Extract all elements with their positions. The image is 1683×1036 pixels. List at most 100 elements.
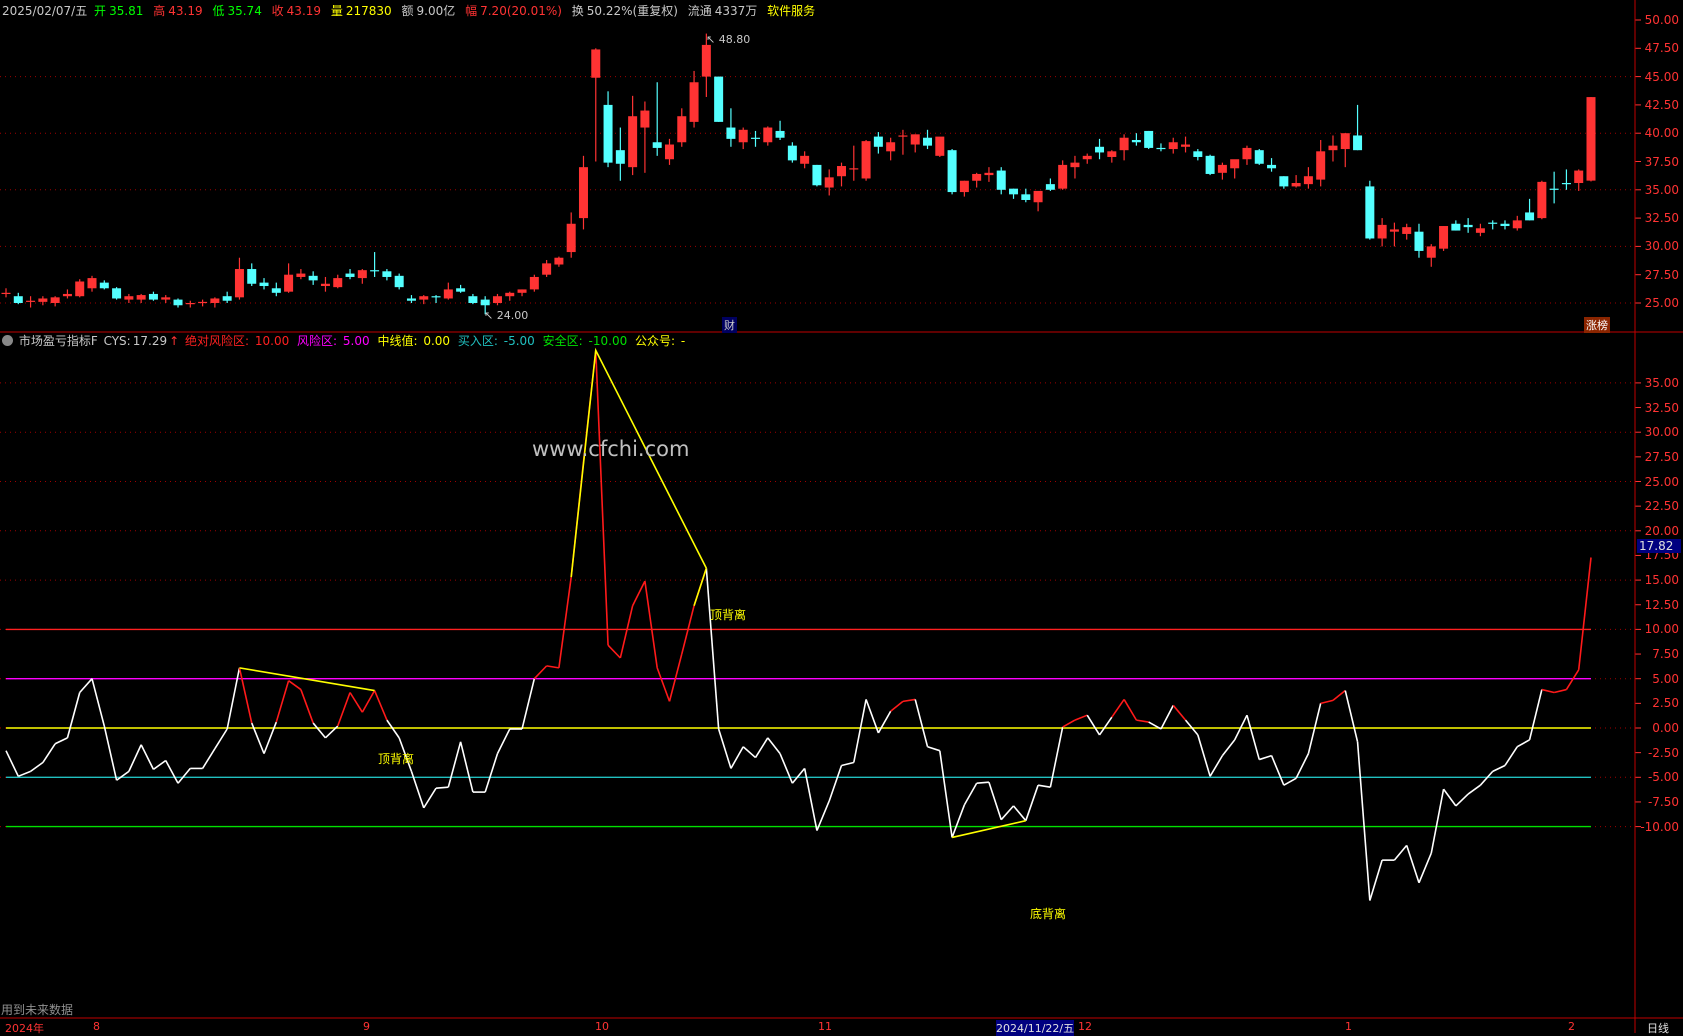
price-tick-label: 40.00 (1644, 126, 1679, 141)
candle-body (370, 270, 380, 272)
cys-segment (927, 745, 941, 752)
candle-body (886, 142, 896, 152)
month-label: 8 (93, 1020, 100, 1033)
cys-segment (288, 680, 302, 691)
price-tick-label: 47.50 (1644, 41, 1679, 56)
sector-link[interactable]: 软件服务 (767, 4, 815, 18)
cys-segment (890, 700, 904, 712)
candle (1082, 153, 1092, 164)
candle (1291, 175, 1301, 188)
cys-segment (1344, 690, 1359, 742)
top-divergence-label: 顶背离 (378, 752, 415, 766)
candle (1033, 190, 1043, 212)
quote-header: 2025/02/07/五 开 35.81 高 43.19 低 35.74 收 43.19… (2, 4, 818, 18)
indicator-tick-label: 12.50 (1644, 597, 1679, 612)
candle (1045, 178, 1055, 191)
candle (1549, 171, 1559, 204)
candle (1414, 223, 1424, 258)
candle-body (1058, 164, 1068, 189)
min-price-value: 24.00 (496, 309, 529, 322)
high-label: 高 (153, 4, 166, 18)
candle (1107, 150, 1117, 163)
max-price-marker: ↖ 48.80 (706, 33, 751, 46)
candle-body (517, 289, 527, 293)
candle (1512, 215, 1522, 231)
cys-segment (423, 787, 437, 809)
candle (1500, 220, 1510, 230)
indicator-tick-label: -5.00 (1647, 770, 1679, 785)
cys-segment (1136, 719, 1149, 723)
candle-body (345, 273, 355, 277)
candle-body (1574, 170, 1584, 184)
candle-body (456, 288, 466, 292)
candle-body (701, 44, 711, 77)
indicator-tick-label: 10.00 (1644, 622, 1679, 637)
cys-segment (1504, 746, 1518, 766)
candle (996, 167, 1006, 195)
candle-body (923, 137, 933, 146)
cys-segment (1160, 704, 1174, 730)
candle (1365, 180, 1375, 240)
cys-segment (1209, 755, 1224, 777)
candle-body (984, 172, 994, 176)
period-selector[interactable]: 日线 (1647, 1020, 1669, 1036)
candle-body (112, 288, 122, 299)
candle-body (763, 127, 773, 143)
cys-segment (853, 699, 867, 763)
cys-segment (79, 678, 93, 694)
cys-segment (214, 728, 228, 750)
candle-body (1193, 151, 1203, 157)
candle (812, 164, 822, 187)
indicator-tick-label: 35.00 (1644, 375, 1679, 390)
candle (1168, 137, 1178, 154)
candle (456, 284, 466, 293)
candle-body (1353, 135, 1363, 151)
rank-tag[interactable]: 涨榜 (1584, 317, 1610, 333)
cys-segment (1369, 859, 1383, 901)
candle (984, 167, 994, 182)
cys-segment (754, 737, 769, 759)
candle (382, 269, 392, 281)
candle (849, 145, 859, 181)
candle (1303, 167, 1313, 189)
cys-segment (54, 737, 68, 745)
cys-segment (902, 698, 916, 703)
candle-body (1389, 229, 1399, 232)
candle (1144, 130, 1154, 150)
indicator-collapse-icon[interactable] (2, 335, 13, 346)
mid-label: 中线值: (377, 334, 418, 348)
candle-body (1082, 155, 1092, 160)
watermark: www.cfchi.com (532, 437, 690, 461)
candle-body (1156, 147, 1166, 150)
cys-segment (533, 665, 548, 680)
finance-tag[interactable]: 财 (722, 317, 737, 333)
indicator-tick-label: -10.00 (1640, 819, 1679, 834)
cys-segment (128, 744, 142, 772)
indicator-name[interactable]: 市场盈亏指标F (19, 334, 98, 348)
candle-body (173, 299, 183, 306)
chart-canvas[interactable] (0, 0, 1683, 1033)
volume-value: 217830 (345, 4, 392, 18)
bottom-divergence-label: 底背离 (1030, 907, 1067, 921)
cys-segment (1479, 770, 1494, 786)
cys-segment (1086, 714, 1101, 736)
turnover-value: 50.22%(重复权) (586, 4, 678, 18)
month-label: 10 (595, 1020, 609, 1033)
candle-body (1168, 142, 1178, 150)
cys-segment (201, 748, 216, 769)
cys-segment (1246, 714, 1261, 760)
candle-body (505, 292, 515, 297)
cys-segment (1221, 739, 1236, 757)
candle-body (542, 263, 552, 275)
candle (1377, 218, 1387, 247)
candle (1328, 135, 1338, 162)
cys-segment (1541, 688, 1555, 694)
cys-segment (177, 767, 191, 784)
candle-body (1033, 190, 1043, 203)
close-label: 收 (271, 4, 284, 18)
indicator-tick-label: 20.00 (1644, 523, 1679, 538)
low-label: 低 (212, 4, 225, 18)
candle-body (652, 142, 662, 148)
cys-segment (361, 690, 376, 713)
candle-body (824, 177, 834, 188)
